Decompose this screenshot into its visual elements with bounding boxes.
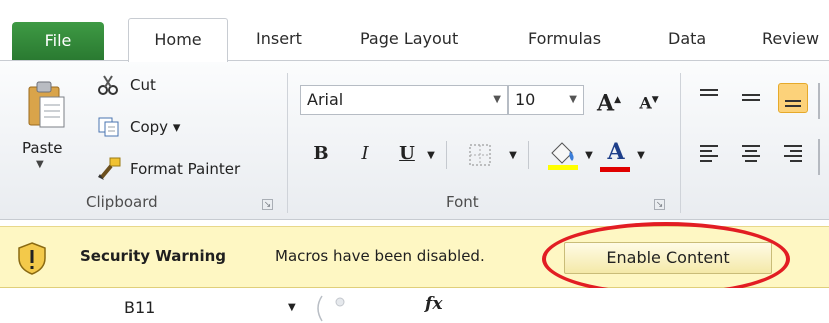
shield-warning-icon bbox=[18, 242, 46, 275]
middle-align-button[interactable] bbox=[736, 83, 766, 113]
font-name-value: Arial bbox=[307, 90, 344, 109]
top-align-button[interactable] bbox=[694, 83, 724, 113]
ribbon-tab-bar: File Home Insert Page Layout Formulas Da… bbox=[0, 0, 829, 62]
cut-button[interactable]: Cut bbox=[96, 71, 156, 99]
chevron-down-icon[interactable]: ▼ bbox=[424, 141, 438, 171]
font-name-dropdown[interactable]: Arial ▼ bbox=[300, 85, 508, 115]
copy-icon bbox=[98, 117, 119, 137]
fill-color-icon[interactable] bbox=[546, 139, 580, 171]
chevron-down-icon[interactable]: ▼ bbox=[506, 141, 520, 171]
font-size-value: 10 bbox=[515, 90, 536, 109]
shrink-font-icon: A bbox=[639, 93, 652, 113]
paste-label: Paste bbox=[22, 139, 63, 157]
grow-font-button[interactable]: A▲ bbox=[594, 85, 624, 117]
align-left-button[interactable] bbox=[694, 139, 724, 169]
security-warning-title: Security Warning bbox=[80, 247, 227, 265]
format-painter-label: Format Painter bbox=[130, 160, 241, 178]
tab-insert[interactable]: Insert bbox=[256, 18, 302, 60]
chevron-down-icon: ▼ bbox=[493, 94, 501, 105]
tab-formulas[interactable]: Formulas bbox=[528, 18, 601, 60]
tab-review[interactable]: Review bbox=[762, 18, 819, 60]
shrink-font-button[interactable]: A▼ bbox=[634, 85, 664, 115]
chevron-down-icon[interactable]: ▼ bbox=[634, 141, 648, 171]
underline-button[interactable]: U bbox=[394, 139, 420, 169]
tab-home[interactable]: Home bbox=[128, 18, 228, 62]
clipboard-group-label: Clipboard bbox=[86, 193, 158, 211]
formula-bar: B11 ▼ fx bbox=[0, 288, 829, 323]
font-color-swatch bbox=[600, 167, 630, 172]
divider bbox=[818, 83, 820, 119]
chevron-down-icon[interactable]: ▼ bbox=[582, 141, 596, 171]
clipboard-launcher-icon[interactable]: ↘ bbox=[262, 199, 273, 210]
tab-data[interactable]: Data bbox=[668, 18, 706, 60]
cut-label: Cut bbox=[130, 76, 156, 94]
name-box[interactable]: B11 bbox=[12, 292, 302, 323]
tab-file[interactable]: File bbox=[12, 22, 104, 60]
italic-button[interactable]: I bbox=[352, 139, 378, 169]
format-painter-icon bbox=[98, 157, 121, 180]
divider bbox=[528, 141, 529, 169]
paste-icon bbox=[28, 81, 65, 128]
font-color-icon[interactable]: A bbox=[602, 137, 630, 167]
borders-icon[interactable] bbox=[468, 143, 492, 167]
highlight-ellipse bbox=[542, 222, 790, 296]
font-size-dropdown[interactable]: 10 ▼ bbox=[508, 85, 584, 115]
security-warning-message: Macros have been disabled. bbox=[275, 247, 485, 265]
format-painter-button[interactable]: Format Painter bbox=[96, 155, 240, 183]
tab-page-layout[interactable]: Page Layout bbox=[360, 18, 458, 60]
chevron-down-icon[interactable]: ▼ bbox=[288, 302, 296, 313]
divider bbox=[818, 139, 820, 175]
group-divider bbox=[287, 73, 288, 213]
align-right-button[interactable] bbox=[778, 139, 808, 169]
copy-button[interactable]: Copy ▾ bbox=[96, 113, 180, 141]
font-group-label: Font bbox=[446, 193, 479, 211]
formula-bar-divider bbox=[317, 295, 345, 322]
bottom-align-button[interactable] bbox=[778, 83, 808, 113]
align-center-button[interactable] bbox=[736, 139, 766, 169]
group-divider bbox=[680, 73, 681, 213]
bold-button[interactable]: B bbox=[308, 139, 334, 169]
copy-label: Copy ▾ bbox=[130, 118, 181, 136]
scissors-icon bbox=[98, 75, 118, 95]
grow-font-icon: A bbox=[597, 90, 615, 117]
chevron-down-icon: ▼ bbox=[36, 159, 44, 170]
chevron-down-icon: ▼ bbox=[569, 94, 577, 105]
divider bbox=[446, 141, 447, 169]
font-launcher-icon[interactable]: ↘ bbox=[654, 199, 665, 210]
ribbon-home: Paste ▼ Cut Copy ▾ Format Painter Clipbo… bbox=[0, 60, 829, 220]
insert-function-icon[interactable]: fx bbox=[425, 294, 442, 314]
